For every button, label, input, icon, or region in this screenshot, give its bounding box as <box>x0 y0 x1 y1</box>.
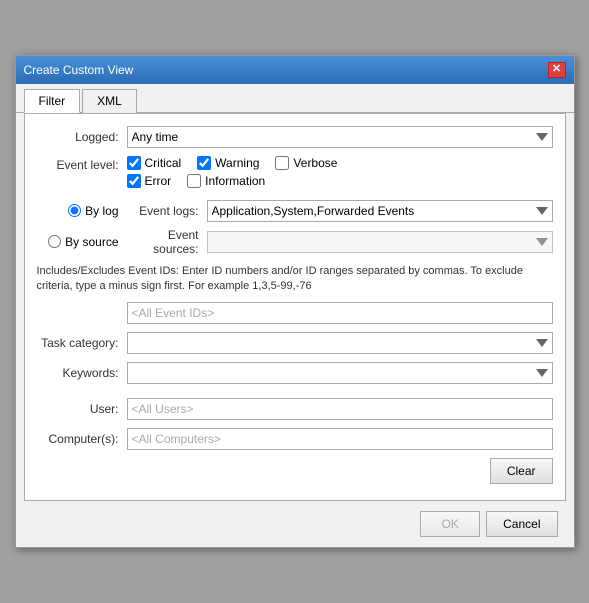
cancel-button[interactable]: Cancel <box>486 511 557 537</box>
computer-label: Computer(s): <box>37 432 127 446</box>
verbose-label: Verbose <box>293 156 337 170</box>
information-checkbox-item[interactable]: Information <box>187 174 265 188</box>
user-label: User: <box>37 402 127 416</box>
user-row: User: <box>37 398 553 420</box>
close-button[interactable]: ✕ <box>548 62 566 78</box>
verbose-checkbox[interactable] <box>275 156 289 170</box>
by-log-radio[interactable] <box>68 204 81 217</box>
by-source-label: By source <box>65 235 118 249</box>
warning-checkbox[interactable] <box>197 156 211 170</box>
verbose-checkbox-item[interactable]: Verbose <box>275 156 337 170</box>
keywords-row: Keywords: <box>37 362 553 384</box>
computer-input[interactable] <box>127 428 553 450</box>
by-log-label: By log <box>85 204 118 218</box>
ok-button[interactable]: OK <box>420 511 480 537</box>
keywords-label: Keywords: <box>37 366 127 380</box>
event-logs-label: Event logs: <box>127 204 207 218</box>
checkbox-row-1: Critical Warning Verbose <box>127 156 553 170</box>
event-level-label: Event level: <box>37 156 127 172</box>
by-source-row: By source Event sources: <box>37 228 553 256</box>
event-id-row <box>37 302 553 324</box>
task-category-control <box>127 332 553 354</box>
by-source-radio[interactable] <box>48 235 61 248</box>
filter-content: Logged: Any time Last hour Last 12 hours… <box>24 113 566 502</box>
clear-button[interactable]: Clear <box>490 458 553 484</box>
create-custom-view-dialog: Create Custom View ✕ Filter XML Logged: … <box>15 55 575 549</box>
by-log-radio-label: By log <box>37 204 127 218</box>
bottom-buttons: OK Cancel <box>16 501 574 547</box>
description-text: Includes/Excludes Event IDs: Enter ID nu… <box>37 264 553 295</box>
task-category-label: Task category: <box>37 336 127 350</box>
computer-control <box>127 428 553 450</box>
task-category-select[interactable] <box>127 332 553 354</box>
user-control <box>127 398 553 420</box>
computer-row: Computer(s): <box>37 428 553 450</box>
keywords-control <box>127 362 553 384</box>
user-input[interactable] <box>127 398 553 420</box>
clear-button-wrap: Clear <box>37 458 553 484</box>
warning-label: Warning <box>215 156 259 170</box>
logged-row: Logged: Any time Last hour Last 12 hours… <box>37 126 553 148</box>
tab-bar: Filter XML <box>16 84 574 113</box>
tab-xml[interactable]: XML <box>82 89 137 113</box>
critical-checkbox[interactable] <box>127 156 141 170</box>
event-level-checks: Critical Warning Verbose Error <box>127 156 553 192</box>
error-checkbox[interactable] <box>127 174 141 188</box>
critical-label: Critical <box>145 156 182 170</box>
error-label: Error <box>145 174 172 188</box>
error-checkbox-item[interactable]: Error <box>127 174 172 188</box>
title-bar: Create Custom View ✕ <box>16 56 574 84</box>
event-sources-select[interactable] <box>207 231 553 253</box>
event-ids-input[interactable] <box>127 302 553 324</box>
by-log-row: By log Event logs: Application,System,Fo… <box>37 200 553 222</box>
by-source-radio-label: By source <box>37 235 127 249</box>
logged-label: Logged: <box>37 130 127 144</box>
event-level-section: Event level: Critical Warning Verbose <box>37 156 553 192</box>
event-id-control <box>127 302 553 324</box>
radio-section: By log Event logs: Application,System,Fo… <box>37 200 553 256</box>
warning-checkbox-item[interactable]: Warning <box>197 156 259 170</box>
tab-filter[interactable]: Filter <box>24 89 81 113</box>
event-sources-control <box>207 231 553 253</box>
checkbox-row-2: Error Information <box>127 174 553 188</box>
information-label: Information <box>205 174 265 188</box>
information-checkbox[interactable] <box>187 174 201 188</box>
logged-control: Any time Last hour Last 12 hours Last 24… <box>127 126 553 148</box>
logged-select[interactable]: Any time Last hour Last 12 hours Last 24… <box>127 126 553 148</box>
event-logs-control: Application,System,Forwarded Events <box>207 200 553 222</box>
event-id-indent <box>37 302 127 324</box>
event-sources-label: Event sources: <box>127 228 207 256</box>
keywords-select[interactable] <box>127 362 553 384</box>
event-logs-select[interactable]: Application,System,Forwarded Events <box>207 200 553 222</box>
dialog-title: Create Custom View <box>24 63 134 77</box>
task-category-row: Task category: <box>37 332 553 354</box>
critical-checkbox-item[interactable]: Critical <box>127 156 182 170</box>
